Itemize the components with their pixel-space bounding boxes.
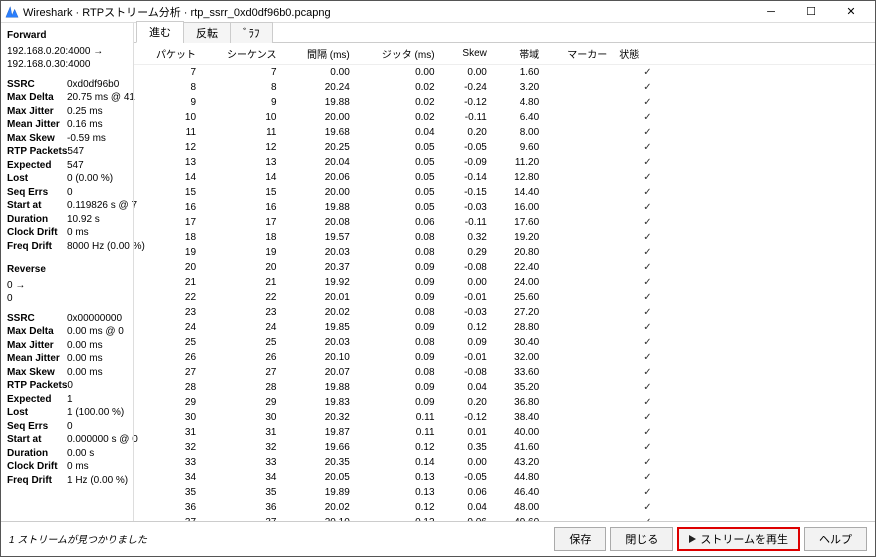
reverse-address: 0 → 0 [7,279,127,306]
table-row[interactable]: 292919.830.090.2036.80✓ [134,395,875,410]
table-row[interactable]: 9919.880.02-0.124.80✓ [134,95,875,110]
packet-table[interactable]: パケットシーケンス間隔 (ms)ジッタ (ms)Skew帯域マーカー状態 770… [134,43,875,521]
bottom-bar: 1 ストリームが見つかりました 保存 閉じる ストリームを再生 ヘルプ [1,521,875,555]
help-button[interactable]: ヘルプ [804,527,867,551]
close-dialog-button[interactable]: 閉じる [610,527,673,551]
reverse-heading: Reverse [7,263,127,277]
table-row[interactable]: 373720.100.12-0.0649.60✓ [134,515,875,521]
table-row[interactable]: 252520.030.080.0930.40✓ [134,335,875,350]
table-row[interactable]: 141420.060.05-0.1412.80✓ [134,170,875,185]
play-icon [689,535,696,543]
table-row[interactable]: 101020.000.02-0.116.40✓ [134,110,875,125]
titlebar: Wireshark · RTPストリーム分析 · rtp_ssrr_0xd0df… [1,1,875,23]
column-header[interactable]: 状態 [613,43,875,65]
table-row[interactable]: 171720.080.06-0.1117.60✓ [134,215,875,230]
table-row[interactable]: 313119.870.110.0140.00✓ [134,425,875,440]
table-row[interactable]: 8820.240.02-0.243.20✓ [134,80,875,95]
tab-reverse[interactable]: 反転 [183,22,231,43]
forward-heading: Forward [7,29,127,43]
table-row[interactable]: 343420.050.13-0.0544.80✓ [134,470,875,485]
table-row[interactable]: 282819.880.090.0435.20✓ [134,380,875,395]
table-row[interactable]: 303020.320.11-0.1238.40✓ [134,410,875,425]
save-button[interactable]: 保存 [554,527,606,551]
table-row[interactable]: 151520.000.05-0.1514.40✓ [134,185,875,200]
tab-go[interactable]: 進む [136,21,184,43]
close-button[interactable]: ✕ [831,1,871,23]
table-row[interactable]: 121220.250.05-0.059.60✓ [134,140,875,155]
table-row[interactable]: 333320.350.140.0043.20✓ [134,455,875,470]
table-row[interactable]: 212119.920.090.0024.00✓ [134,275,875,290]
table-row[interactable]: 353519.890.130.0646.40✓ [134,485,875,500]
table-row[interactable]: 262620.100.09-0.0132.00✓ [134,350,875,365]
table-row[interactable]: 323219.660.120.3541.60✓ [134,440,875,455]
table-row[interactable]: 202020.370.09-0.0822.40✓ [134,260,875,275]
play-stream-button[interactable]: ストリームを再生 [677,527,800,551]
column-header[interactable]: 間隔 (ms) [283,43,356,65]
column-header[interactable]: シーケンス [202,43,282,65]
table-row[interactable]: 242419.850.090.1228.80✓ [134,320,875,335]
minimize-button[interactable]: ─ [751,1,791,23]
column-header[interactable]: マーカー [545,43,613,65]
status-message: 1 ストリームが見つかりました [9,531,550,546]
forward-address: 192.168.0.20:4000 → 192.168.0.30:4000 [7,45,127,72]
column-header[interactable]: Skew [441,43,493,65]
table-row[interactable]: 191920.030.080.2920.80✓ [134,245,875,260]
table-row[interactable]: 222220.010.09-0.0125.60✓ [134,290,875,305]
table-row[interactable]: 181819.570.080.3219.20✓ [134,230,875,245]
tab-bar: 進む 反転 ﾞﾗﾌ [134,23,875,43]
column-header[interactable]: ジッタ (ms) [356,43,441,65]
column-header[interactable]: パケット [134,43,202,65]
table-row[interactable]: 161619.880.05-0.0316.00✓ [134,200,875,215]
tab-graph[interactable]: ﾞﾗﾌ [230,22,273,43]
table-row[interactable]: 232320.020.08-0.0327.20✓ [134,305,875,320]
table-row[interactable]: 363620.020.120.0448.00✓ [134,500,875,515]
table-row[interactable]: 111119.680.040.208.00✓ [134,125,875,140]
window-title: Wireshark · RTPストリーム分析 · rtp_ssrr_0xd0df… [23,4,751,20]
table-row[interactable]: 770.000.000.001.60✓ [134,65,875,81]
maximize-button[interactable]: ☐ [791,1,831,23]
table-row[interactable]: 131320.040.05-0.0911.20✓ [134,155,875,170]
sidebar: Forward 192.168.0.20:4000 → 192.168.0.30… [1,23,133,521]
column-header[interactable]: 帯域 [493,43,545,65]
app-icon [5,5,19,19]
table-row[interactable]: 272720.070.08-0.0833.60✓ [134,365,875,380]
